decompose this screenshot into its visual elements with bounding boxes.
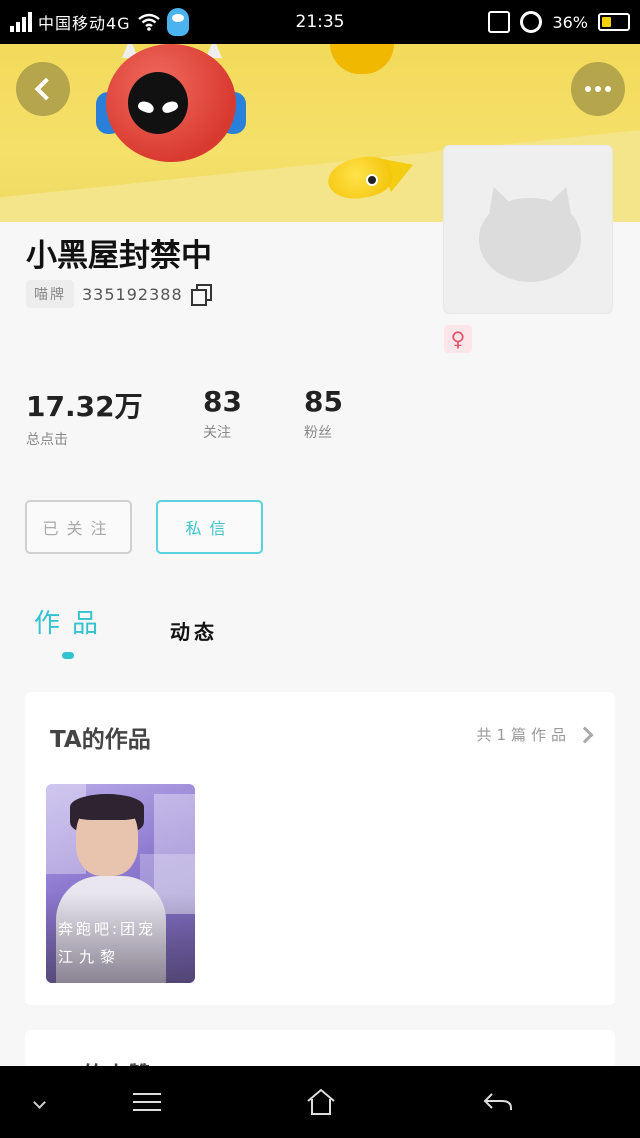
nav-menu-button[interactable] [130, 1066, 164, 1138]
back-button[interactable] [16, 62, 70, 116]
work-author: 江九黎 [58, 948, 122, 966]
avatar[interactable] [443, 145, 613, 314]
wifi-icon [137, 13, 160, 31]
stat-label: 关注 [203, 425, 231, 441]
carrier-label: 中国移动4G [38, 14, 131, 33]
followed-button[interactable]: 已关注 [25, 500, 132, 554]
stat-value: 83 [203, 385, 242, 418]
user-id: 335192388 [82, 284, 183, 304]
username: 小黑屋封禁中 [26, 238, 212, 274]
system-nav-bar [0, 1066, 640, 1138]
works-count: 共1篇作品 [476, 726, 571, 744]
status-bar: 中国移动4G 21:35 36% [0, 0, 640, 44]
work-title: 奔跑吧:团宠 [58, 920, 157, 938]
chevron-left-icon [34, 77, 58, 101]
stat-total-clicks: 17.32万 总点击 [26, 385, 143, 449]
stat-value: 85 [304, 385, 343, 418]
more-options-button[interactable] [571, 62, 625, 116]
more-dots-icon [585, 86, 611, 92]
copy-icon[interactable] [190, 284, 212, 306]
planet-illustration [330, 44, 394, 74]
battery-icon [598, 13, 630, 31]
stat-label: 总点击 [26, 432, 68, 448]
battery-percent: 36% [552, 12, 588, 32]
nav-back-button[interactable] [480, 1066, 516, 1138]
works-section-title: TA的作品 [50, 727, 151, 753]
stat-following[interactable]: 83 关注 [203, 385, 242, 442]
nav-collapse-button[interactable] [24, 1066, 54, 1138]
works-count-link[interactable]: 共1篇作品 [476, 724, 594, 745]
stat-value: 17.32万 [26, 390, 143, 423]
signal-icon [10, 12, 32, 32]
qq-icon [166, 8, 189, 36]
home-icon [307, 1088, 335, 1115]
message-button[interactable]: 私信 [156, 500, 263, 554]
active-tab-indicator [62, 652, 74, 659]
chevron-down-icon [32, 1095, 46, 1109]
fish-illustration [325, 144, 420, 204]
stat-followers[interactable]: 85 粉丝 [304, 385, 343, 442]
nav-home-button[interactable] [303, 1066, 339, 1138]
stat-label: 粉丝 [304, 425, 332, 441]
gender-female-icon: ♀ [444, 325, 472, 353]
id-tag: 喵牌 [26, 280, 74, 308]
user-id-row: 喵牌 335192388 [26, 280, 212, 308]
tab-feed[interactable]: 动态 [170, 616, 218, 645]
chevron-right-icon [576, 726, 594, 743]
work-item[interactable]: 奔跑吧:团宠 江九黎 [46, 784, 195, 983]
works-card: TA的作品 共1篇作品 奔跑吧:团宠 江九黎 [25, 692, 615, 1005]
tab-works[interactable]: 作品 [34, 603, 110, 640]
back-arrow-icon [483, 1093, 512, 1110]
vibrate-icon [488, 11, 511, 33]
robot-illustration [96, 44, 246, 162]
cat-placeholder-icon [476, 181, 584, 282]
alarm-icon [520, 11, 543, 33]
